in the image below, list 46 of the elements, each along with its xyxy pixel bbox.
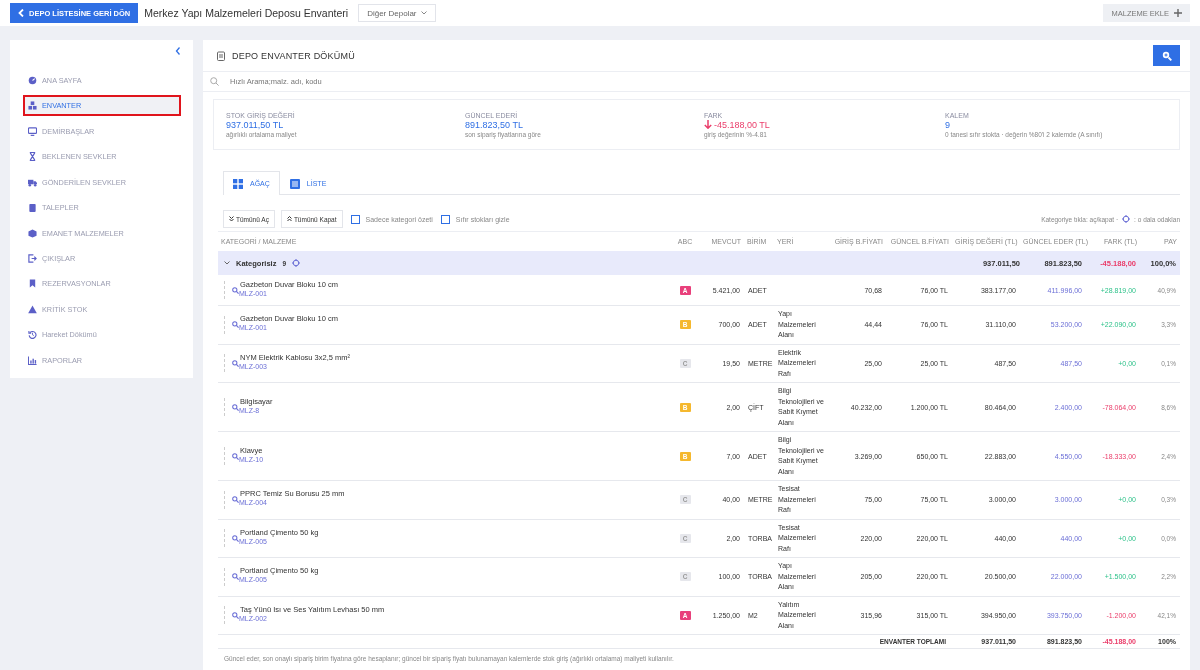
target-icon[interactable]: [1122, 215, 1131, 223]
stat-value: -45.188,00 TL: [714, 119, 770, 130]
target-icon[interactable]: [292, 259, 301, 267]
cube-icon: [28, 228, 37, 238]
caret-icon: [420, 11, 427, 15]
search-icon[interactable]: [232, 496, 239, 504]
history-icon: [28, 330, 37, 340]
clipboard-icon: [217, 50, 225, 61]
search-icon[interactable]: [232, 452, 239, 460]
truck-icon: [28, 177, 37, 187]
panel-title: DEPO ENVANTER DÖKÜMÜ: [232, 50, 355, 61]
search-icon[interactable]: [232, 534, 239, 542]
collapse-icon[interactable]: [175, 47, 181, 55]
search-icon[interactable]: [232, 573, 239, 581]
plus-icon: [1174, 9, 1182, 17]
bar-chart-icon: [28, 355, 37, 365]
chevron-left-icon: [18, 9, 24, 17]
search-icon[interactable]: [232, 286, 239, 294]
search-icon: [210, 77, 219, 86]
search-icon: [1161, 50, 1172, 61]
clipboard-icon: [28, 203, 37, 212]
search-icon[interactable]: [232, 403, 239, 411]
search-icon[interactable]: [232, 611, 239, 619]
double-chevron-up-icon: [286, 216, 292, 222]
hourglass-icon: [28, 152, 37, 162]
zoom-button[interactable]: [1153, 45, 1180, 66]
search-icon[interactable]: [232, 359, 239, 367]
dashboard-icon: [28, 75, 37, 85]
warehouse-dropdown[interactable]: Diğer Depolar: [358, 4, 436, 22]
stat-value: 891.823,50 TL: [465, 119, 523, 130]
stat-value: 9: [945, 119, 950, 130]
checkbox[interactable]: [440, 214, 450, 224]
search-icon[interactable]: [232, 321, 239, 329]
list-icon: [289, 178, 300, 189]
double-chevron-down-icon: [229, 216, 234, 222]
checkbox[interactable]: [350, 214, 360, 224]
stat-value: 937.011,50 TL: [226, 119, 284, 130]
page-title: Merkez Yapı Malzemeleri Deposu Envanteri: [144, 7, 349, 19]
arrow-down-icon: [704, 120, 712, 129]
exit-icon: [28, 254, 37, 263]
bookmark-icon: [28, 279, 37, 289]
warning-icon: [28, 304, 37, 314]
grid-icon: [233, 178, 243, 189]
monitor-icon: [28, 126, 37, 136]
chevron-icon: [224, 261, 230, 265]
boxes-icon: [28, 101, 37, 111]
